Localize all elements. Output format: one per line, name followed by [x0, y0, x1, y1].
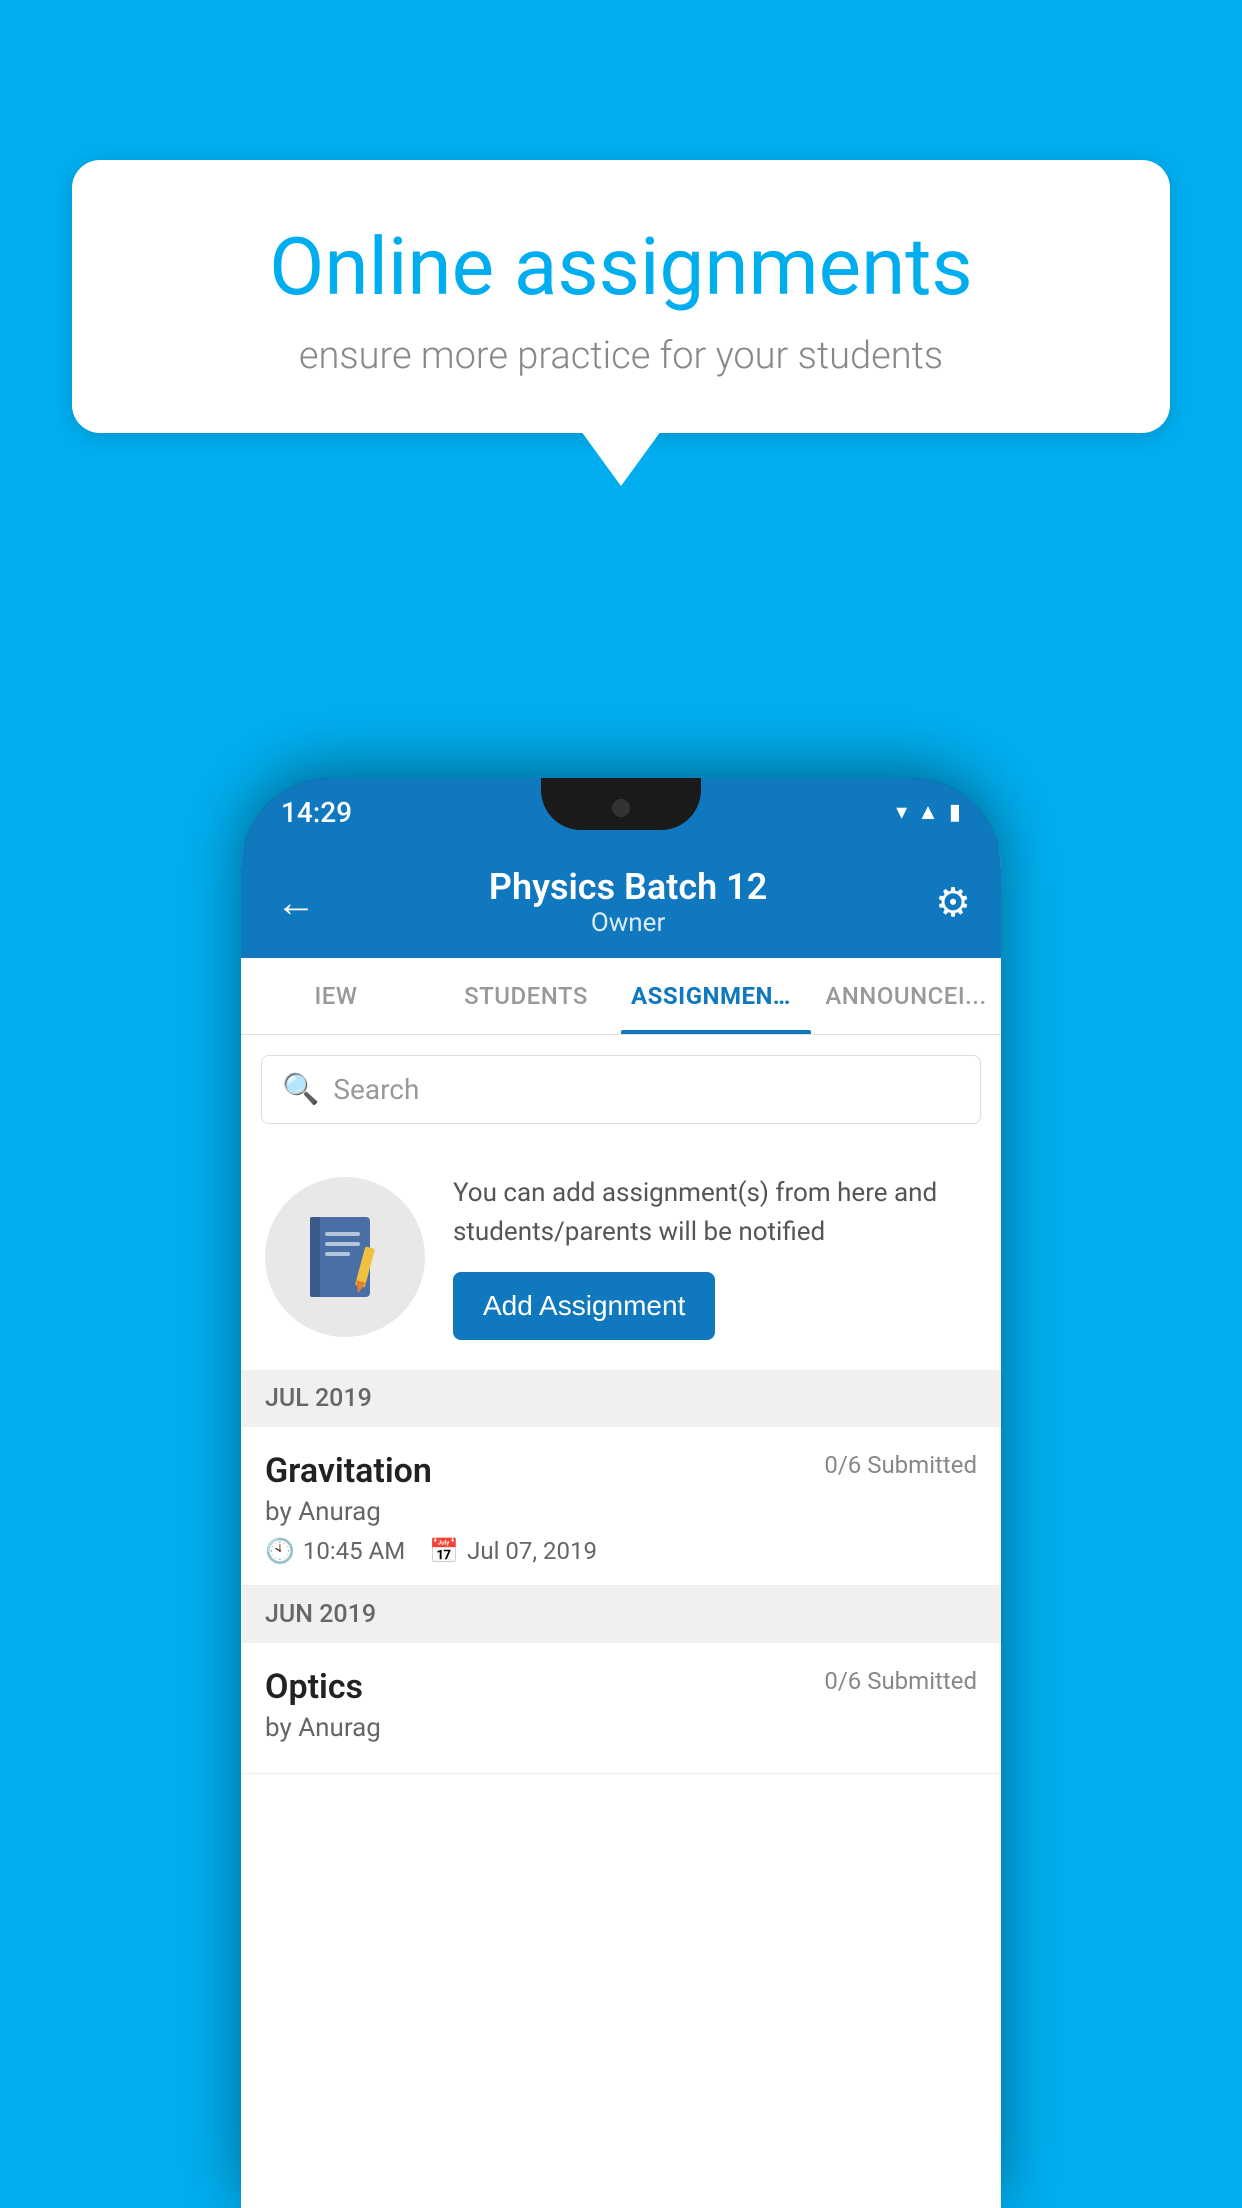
app-header: ← Physics Batch 12 Owner ⚙ [241, 846, 1001, 958]
assignment-submitted: 0/6 Submitted [824, 1451, 977, 1479]
back-button[interactable]: ← [271, 874, 321, 931]
tab-assignments[interactable]: ASSIGNMENTS [621, 958, 811, 1034]
header-subtitle: Owner [489, 908, 767, 938]
phone-frame: 14:29 ▾ ▲ ▮ ← Physics Batch 12 Owner ⚙ I… [241, 778, 1001, 2208]
info-card-text: You can add assignment(s) from here and … [453, 1174, 977, 1340]
header-title: Physics Batch 12 [489, 866, 767, 908]
meta-date: 📅 Jul 07, 2019 [429, 1537, 597, 1565]
phone-notch [541, 778, 701, 830]
status-bar: 14:29 ▾ ▲ ▮ [241, 778, 1001, 846]
tab-iew[interactable]: IEW [241, 958, 431, 1034]
section-header-jul: JUL 2019 [241, 1370, 1001, 1427]
assignment-name-optics: Optics [265, 1667, 363, 1707]
assignment-item-optics[interactable]: Optics 0/6 Submitted by Anurag [241, 1643, 1001, 1774]
phone-screen: ← Physics Batch 12 Owner ⚙ IEW STUDENTS … [241, 846, 1001, 2208]
tab-announcements[interactable]: ANNOUNCEI... [811, 958, 1001, 1034]
battery-icon: ▮ [949, 800, 961, 825]
add-assignment-button[interactable]: Add Assignment [453, 1272, 715, 1340]
wifi-icon: ▾ [896, 800, 907, 825]
speech-bubble-title: Online assignments [142, 220, 1100, 314]
status-icons: ▾ ▲ ▮ [896, 799, 961, 825]
search-bar[interactable]: 🔍 Search [261, 1055, 981, 1124]
assignment-top-optics: Optics 0/6 Submitted [265, 1667, 977, 1707]
status-time: 14:29 [281, 796, 352, 829]
assignment-date: Jul 07, 2019 [467, 1537, 597, 1565]
notebook-icon [305, 1212, 385, 1302]
header-title-group: Physics Batch 12 Owner [489, 866, 767, 938]
search-bar-wrapper: 🔍 Search [241, 1035, 1001, 1144]
signal-icon: ▲ [917, 799, 939, 825]
clock-icon: 🕙 [265, 1537, 295, 1565]
content-area: 🔍 Search [241, 1035, 1001, 2208]
assignment-meta: 🕙 10:45 AM 📅 Jul 07, 2019 [265, 1537, 977, 1565]
assignment-name: Gravitation [265, 1451, 432, 1491]
assignment-top: Gravitation 0/6 Submitted [265, 1451, 977, 1491]
assignment-item-gravitation[interactable]: Gravitation 0/6 Submitted by Anurag 🕙 10… [241, 1427, 1001, 1586]
speech-bubble-card: Online assignments ensure more practice … [72, 160, 1170, 433]
info-card: You can add assignment(s) from here and … [241, 1144, 1001, 1370]
assignment-icon-wrap [265, 1177, 425, 1337]
section-header-jun: JUN 2019 [241, 1586, 1001, 1643]
calendar-icon: 📅 [429, 1537, 459, 1565]
meta-time: 🕙 10:45 AM [265, 1537, 405, 1565]
assignment-time: 10:45 AM [303, 1537, 405, 1565]
speech-bubble-subtitle: ensure more practice for your students [142, 334, 1100, 378]
camera-dot [612, 799, 630, 817]
speech-bubble-section: Online assignments ensure more practice … [72, 160, 1170, 486]
settings-icon[interactable]: ⚙ [935, 879, 971, 926]
tabs-bar: IEW STUDENTS ASSIGNMENTS ANNOUNCEI... [241, 958, 1001, 1035]
assignment-by-optics: by Anurag [265, 1713, 977, 1743]
tab-students[interactable]: STUDENTS [431, 958, 621, 1034]
assignment-by: by Anurag [265, 1497, 977, 1527]
assignment-submitted-optics: 0/6 Submitted [824, 1667, 977, 1695]
info-card-description: You can add assignment(s) from here and … [453, 1174, 977, 1252]
speech-bubble-arrow [581, 431, 661, 486]
search-icon: 🔍 [282, 1072, 319, 1107]
search-input[interactable]: Search [333, 1073, 419, 1106]
